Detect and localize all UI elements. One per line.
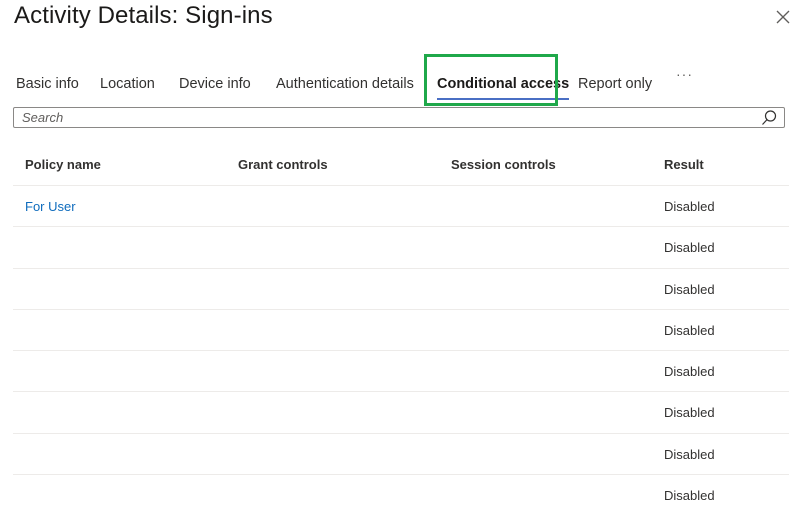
page-title: Activity Details: Sign-ins (14, 2, 273, 29)
result-cell: Disabled (664, 446, 715, 462)
search-input[interactable] (14, 108, 762, 127)
table-header: Policy name Grant controls Session contr… (13, 145, 789, 186)
tab-conditional-access-label: Conditional access (437, 76, 570, 92)
table-row[interactable]: For User Disabled (13, 186, 789, 228)
table-row[interactable]: Disabled (13, 392, 789, 434)
close-icon[interactable] (774, 8, 792, 26)
table-row[interactable]: Disabled (13, 310, 789, 352)
policy-name-cell[interactable]: For User (25, 199, 76, 214)
table-row[interactable]: Disabled (13, 227, 789, 269)
result-cell: Disabled (664, 199, 715, 214)
active-tab-indicator (437, 98, 570, 100)
tab-device-info[interactable]: Device info (179, 62, 251, 106)
result-cell: Disabled (664, 405, 715, 421)
column-header-session-controls[interactable]: Session controls (451, 157, 556, 172)
tab-basic-info[interactable]: Basic info (16, 62, 79, 106)
tab-authentication-details[interactable]: Authentication details (276, 62, 414, 106)
table-row[interactable]: Disabled (13, 475, 789, 516)
search-icon[interactable] (760, 109, 778, 127)
result-cell: Disabled (664, 281, 715, 297)
more-tabs-button[interactable]: ··· (676, 66, 693, 82)
policy-table: Policy name Grant controls Session contr… (13, 145, 789, 516)
table-row[interactable]: Disabled (13, 269, 789, 310)
column-header-result[interactable]: Result (664, 157, 704, 172)
tab-conditional-access[interactable]: Conditional access (437, 62, 570, 106)
table-body: For User Disabled Disabled Disabled Disabled… (13, 186, 789, 516)
result-cell: Disabled (664, 364, 715, 380)
tab-report-only[interactable]: Report only (578, 62, 652, 106)
search-box (13, 107, 785, 128)
tab-location[interactable]: Location (100, 62, 155, 106)
table-row[interactable]: Disabled (13, 434, 789, 476)
column-header-grant-controls[interactable]: Grant controls (238, 157, 328, 172)
column-header-policy-name[interactable]: Policy name (25, 157, 101, 172)
result-cell: Disabled (664, 322, 715, 338)
result-cell: Disabled (664, 488, 715, 504)
result-cell: Disabled (664, 240, 715, 256)
table-row[interactable]: Disabled (13, 351, 789, 393)
